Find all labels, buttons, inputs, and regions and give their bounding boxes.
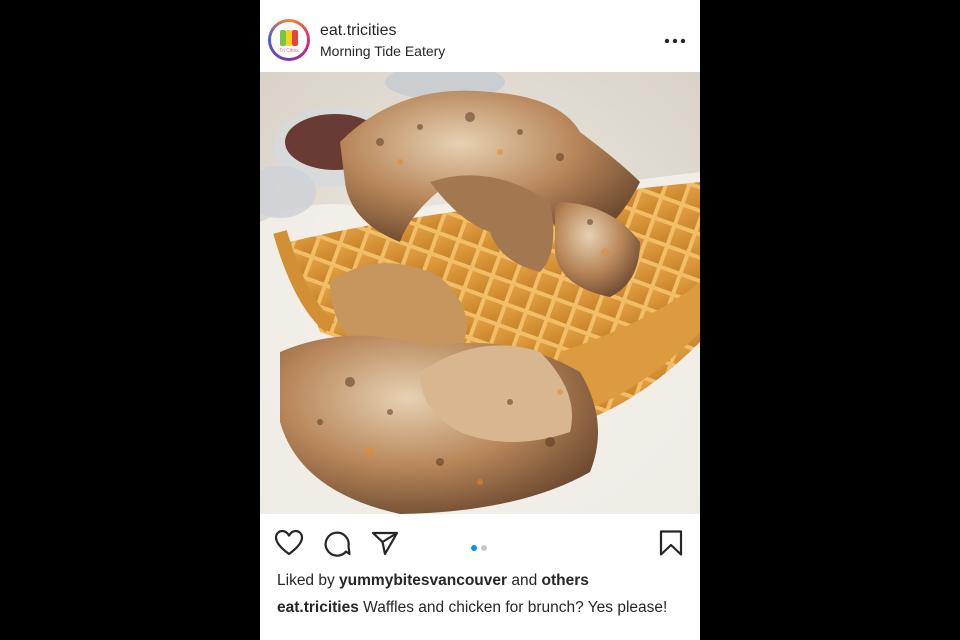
post-photo[interactable] (260, 72, 700, 514)
likes-others-link[interactable]: others (542, 572, 589, 589)
likes-line: Liked by yummybitesvancouver and others (277, 572, 589, 590)
comment-icon[interactable] (322, 529, 352, 557)
send-icon[interactable] (370, 529, 400, 557)
avatar[interactable]: Tri Cities (268, 19, 310, 61)
heart-icon[interactable] (274, 529, 304, 557)
post-header: Tri Cities eat.tricities Morning Tide Ea… (260, 0, 700, 72)
post-action-bar (260, 514, 700, 570)
post-username[interactable]: eat.tricities (320, 22, 396, 40)
likes-prefix: Liked by (277, 572, 335, 589)
instagram-post: Tri Cities eat.tricities Morning Tide Ea… (260, 0, 700, 640)
more-options-icon[interactable] (660, 31, 690, 51)
post-caption: eat.tricities Waffles and chicken for br… (277, 598, 687, 618)
likes-conj: and (511, 572, 538, 589)
avatar-logo-text: Tri Cities (279, 48, 299, 54)
bookmark-icon[interactable] (656, 529, 686, 557)
liker-username[interactable]: yummybitesvancouver (339, 572, 507, 589)
caption-text: Waffles and chicken for brunch? Yes plea… (363, 599, 668, 616)
caption-username[interactable]: eat.tricities (277, 599, 359, 616)
post-location[interactable]: Morning Tide Eatery (320, 43, 445, 59)
carousel-indicator (470, 539, 492, 551)
